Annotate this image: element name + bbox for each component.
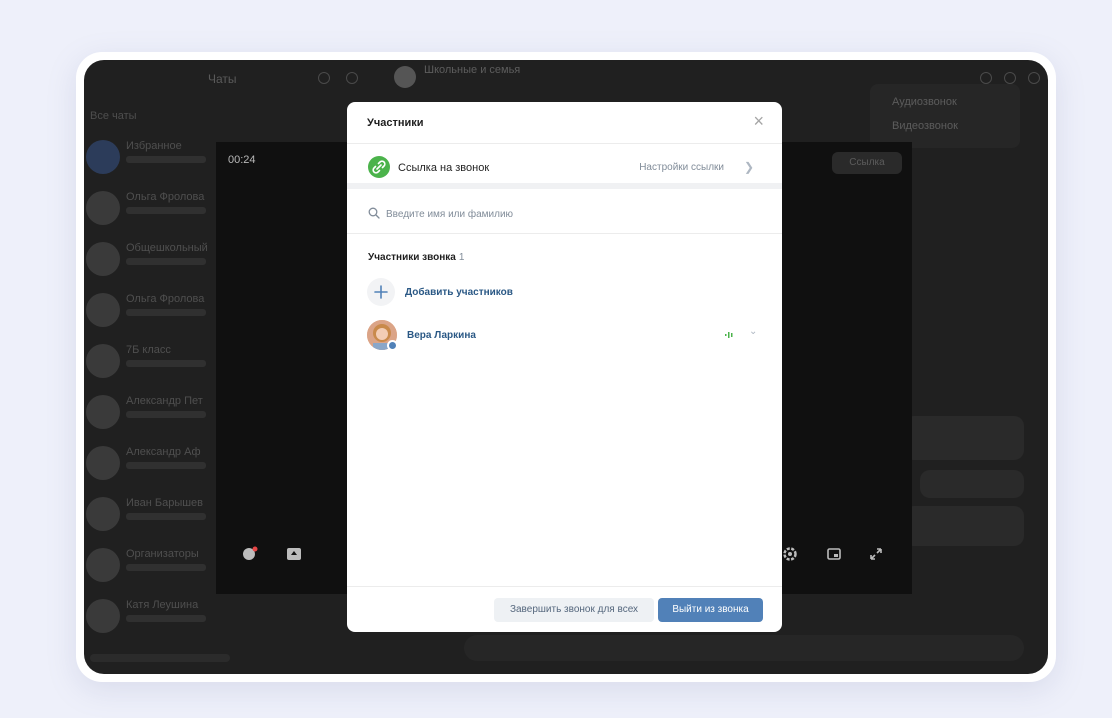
- modal-title: Участники: [367, 117, 424, 129]
- call-link-row[interactable]: Ссылка на звонок Настройки ссылки ❯: [347, 144, 782, 189]
- chat-preview: [126, 462, 206, 469]
- avatar: [86, 191, 120, 225]
- close-icon[interactable]: ×: [753, 112, 764, 130]
- call-timer: 00:24: [228, 154, 256, 166]
- add-participants-label: Добавить участников: [405, 287, 513, 298]
- chat-item[interactable]: Ольга Фролова: [84, 285, 224, 336]
- video-call-item[interactable]: Видеозвонок: [892, 120, 958, 132]
- message-bubble: [904, 416, 1024, 460]
- avatar: [86, 395, 120, 429]
- chat-preview: [126, 258, 206, 265]
- call-type-menu: Аудиозвонок Видеозвонок: [870, 84, 1020, 148]
- chat-name: Организаторы: [126, 548, 199, 560]
- chat-item[interactable]: Общешкольный: [84, 234, 224, 285]
- chat-preview: [126, 564, 206, 571]
- modal-header: Участники ×: [347, 102, 782, 144]
- participants-modal: Участники × Ссылка на звонок Настройки с…: [347, 102, 782, 632]
- add-participants-button[interactable]: Добавить участников: [367, 278, 567, 308]
- chat-preview: [126, 360, 206, 367]
- chat-name: Александр Пет: [126, 395, 203, 407]
- chevron-down-icon[interactable]: ⌄: [749, 326, 757, 337]
- chat-preview: [126, 309, 206, 316]
- section-title-label: Участники звонка: [368, 252, 456, 263]
- current-chat-name: Школьные и семья: [424, 64, 521, 76]
- message-bubble: [920, 470, 1024, 498]
- avatar: [86, 599, 120, 633]
- search-row: [347, 195, 782, 234]
- end-call-for-all-button[interactable]: Завершить звонок для всех: [494, 598, 654, 622]
- phone-icon: [980, 72, 992, 84]
- gear-icon[interactable]: [782, 546, 798, 562]
- fullscreen-icon[interactable]: [868, 546, 884, 562]
- chat-name: Ольга Фролова: [126, 191, 205, 203]
- avatar: [86, 548, 120, 582]
- chat-list-footer: [90, 654, 230, 662]
- chat-name: Александр Аф: [126, 446, 201, 458]
- participant-name[interactable]: Вера Ларкина: [407, 330, 476, 341]
- modal-footer: Завершить звонок для всех Выйти из звонк…: [347, 586, 782, 632]
- avatar: [86, 140, 120, 174]
- chat-name: Ольга Фролова: [126, 293, 205, 305]
- chat-preview: [126, 156, 206, 163]
- chat-preview: [126, 411, 206, 418]
- chat-item[interactable]: Иван Барышев: [84, 489, 224, 540]
- chat-item[interactable]: Организаторы: [84, 540, 224, 591]
- link-icon: [368, 156, 390, 178]
- chat-name: Общешкольный: [126, 242, 208, 254]
- avatar: [86, 497, 120, 531]
- participant-row[interactable]: Вера Ларкина ⌄: [367, 320, 767, 352]
- screen-share-icon[interactable]: [286, 546, 302, 562]
- chevron-right-icon: ❯: [743, 160, 754, 174]
- link-settings-button[interactable]: Настройки ссылки: [639, 162, 724, 173]
- participants-section-title: Участники звонка 1: [368, 252, 464, 263]
- call-link-label: Ссылка на звонок: [398, 162, 490, 174]
- chat-item[interactable]: Катя Леушина: [84, 591, 224, 642]
- picture-in-picture-icon[interactable]: [826, 546, 842, 562]
- audio-call-item[interactable]: Аудиозвонок: [892, 96, 957, 108]
- chat-preview: [126, 513, 206, 520]
- video-status-icon: [387, 340, 398, 351]
- chat-preview: [126, 615, 206, 622]
- search-icon: [368, 207, 380, 219]
- avatar: [86, 344, 120, 378]
- participants-count: 1: [458, 252, 465, 263]
- edit-icon: [318, 72, 330, 84]
- chat-avatar: [394, 66, 416, 88]
- call-link-chip[interactable]: Ссылка: [832, 152, 902, 174]
- chat-name: Катя Леушина: [126, 599, 199, 611]
- avatar: [86, 242, 120, 276]
- avatar: [86, 446, 120, 480]
- chat-name: Иван Барышев: [126, 497, 204, 509]
- chat-list: Избранное Ольга Фролова Общешкольный Оль…: [84, 132, 224, 642]
- chats-caption: Все чаты: [90, 110, 137, 122]
- chat-name: 7Б класс: [126, 344, 171, 356]
- audio-level-icon: [725, 332, 733, 338]
- search-icon: [1004, 72, 1016, 84]
- chat-item[interactable]: Ольга Фролова: [84, 183, 224, 234]
- leave-call-button[interactable]: Выйти из звонка: [658, 598, 763, 622]
- plus-icon: [367, 278, 395, 306]
- app-title: Чаты: [208, 72, 237, 86]
- chat-bubble-icon[interactable]: [242, 546, 258, 562]
- chat-item[interactable]: Александр Пет: [84, 387, 224, 438]
- chat-preview: [126, 207, 206, 214]
- message-bubble: [904, 506, 1024, 546]
- new-chat-icon: [346, 72, 358, 84]
- chat-item[interactable]: Александр Аф: [84, 438, 224, 489]
- search-input[interactable]: [386, 205, 686, 223]
- chat-item[interactable]: 7Б класс: [84, 336, 224, 387]
- message-composer: [464, 635, 1024, 661]
- more-icon: [1028, 72, 1040, 84]
- chat-item[interactable]: Избранное: [84, 132, 224, 183]
- avatar: [86, 293, 120, 327]
- chat-name: Избранное: [126, 140, 182, 152]
